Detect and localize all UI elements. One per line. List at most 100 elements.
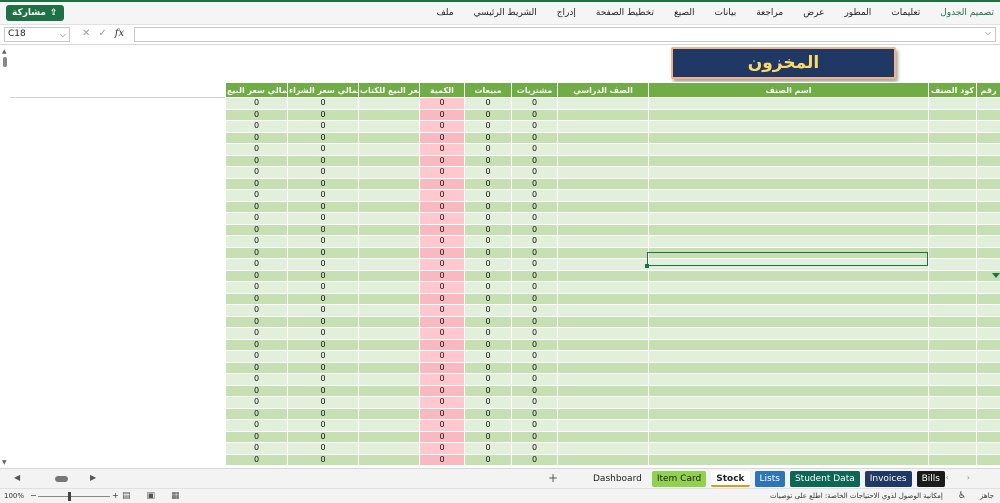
table-cell[interactable]	[557, 269, 649, 282]
table-cell[interactable]	[928, 223, 977, 236]
table-cell[interactable]: 0	[419, 338, 465, 351]
table-cell[interactable]	[648, 384, 929, 397]
table-cell[interactable]	[648, 200, 929, 213]
table-cell[interactable]	[557, 315, 649, 328]
table-cell[interactable]: 0	[419, 200, 465, 213]
table-cell[interactable]	[557, 442, 649, 455]
table-cell[interactable]: 0	[225, 131, 288, 144]
table-cell[interactable]: 0	[511, 407, 558, 420]
table-cell[interactable]: 0	[287, 120, 359, 133]
table-cell[interactable]: 0	[225, 177, 288, 190]
table-cell[interactable]	[976, 407, 1000, 420]
table-cell[interactable]: 0	[419, 315, 465, 328]
table-cell[interactable]: 0	[511, 396, 558, 409]
table-cell[interactable]: 0	[419, 131, 465, 144]
table-cell[interactable]	[358, 143, 420, 156]
table-cell[interactable]	[557, 338, 649, 351]
table-cell[interactable]	[358, 292, 420, 305]
table-cell[interactable]	[976, 430, 1000, 443]
table-cell[interactable]	[928, 246, 977, 259]
sheet-title[interactable]: المخزون	[671, 47, 896, 79]
table-cell[interactable]	[358, 281, 420, 294]
prev-sheet-icon[interactable]: ‹	[946, 473, 949, 482]
table-cell[interactable]: 0	[225, 304, 288, 317]
table-cell[interactable]	[648, 292, 929, 305]
table-cell[interactable]	[928, 166, 977, 179]
table-cell[interactable]: 0	[225, 315, 288, 328]
table-cell[interactable]	[557, 373, 649, 386]
table-cell[interactable]: 0	[464, 396, 512, 409]
table-cell[interactable]: 0	[287, 430, 359, 443]
table-cell[interactable]: 0	[464, 315, 512, 328]
page-break-view-icon[interactable]: ▤	[122, 491, 131, 501]
sheet-tab[interactable]: Invoices	[864, 471, 912, 487]
scroll-thumb[interactable]	[3, 57, 7, 67]
table-cell[interactable]	[976, 212, 1000, 225]
table-cell[interactable]: 0	[225, 453, 288, 466]
table-cell[interactable]	[648, 442, 929, 455]
table-cell[interactable]	[976, 166, 1000, 179]
table-cell[interactable]: 0	[464, 200, 512, 213]
table-cell[interactable]	[648, 419, 929, 432]
table-cell[interactable]: 0	[419, 189, 465, 202]
table-cell[interactable]	[648, 258, 929, 271]
table-cell[interactable]	[358, 338, 420, 351]
table-cell[interactable]: 0	[225, 143, 288, 156]
table-cell[interactable]: 0	[511, 327, 558, 340]
table-cell[interactable]	[648, 269, 929, 282]
table-cell[interactable]	[648, 361, 929, 374]
table-cell[interactable]	[976, 350, 1000, 363]
table-cell[interactable]: 0	[464, 177, 512, 190]
table-cell[interactable]: 0	[287, 131, 359, 144]
table-cell[interactable]	[557, 108, 649, 121]
table-cell[interactable]	[557, 361, 649, 374]
table-cell[interactable]	[557, 223, 649, 236]
table-cell[interactable]	[358, 361, 420, 374]
table-cell[interactable]: 0	[287, 97, 359, 110]
accessibility-status[interactable]: إمكانية الوصول لذوي الاحتياجات الخاصة: ا…	[770, 492, 943, 500]
table-cell[interactable]	[358, 315, 420, 328]
table-cell[interactable]	[976, 384, 1000, 397]
column-header[interactable]: اجمالي سعر الشراء	[287, 82, 359, 98]
table-cell[interactable]	[358, 430, 420, 443]
table-cell[interactable]: 0	[511, 350, 558, 363]
table-cell[interactable]	[976, 120, 1000, 133]
table-cell[interactable]	[358, 384, 420, 397]
table-cell[interactable]: 0	[225, 269, 288, 282]
table-cell[interactable]: 0	[419, 223, 465, 236]
table-cell[interactable]: 0	[287, 235, 359, 248]
table-cell[interactable]	[928, 177, 977, 190]
table-cell[interactable]: 0	[287, 143, 359, 156]
table-cell[interactable]	[976, 327, 1000, 340]
ribbon-tab[interactable]: مراجعة	[756, 8, 783, 18]
table-cell[interactable]: 0	[511, 304, 558, 317]
table-cell[interactable]	[557, 246, 649, 259]
table-cell[interactable]	[648, 131, 929, 144]
table-cell[interactable]	[976, 281, 1000, 294]
table-cell[interactable]	[976, 154, 1000, 167]
table-cell[interactable]: 0	[511, 419, 558, 432]
table-cell[interactable]: 0	[225, 189, 288, 202]
next-sheet-icon[interactable]: ›	[967, 473, 970, 482]
table-cell[interactable]: 0	[511, 120, 558, 133]
column-header[interactable]: مشتريات	[511, 82, 558, 98]
table-cell[interactable]	[976, 131, 1000, 144]
table-cell[interactable]	[557, 235, 649, 248]
table-cell[interactable]: 0	[225, 361, 288, 374]
table-cell[interactable]: 0	[225, 223, 288, 236]
table-cell[interactable]	[648, 177, 929, 190]
table-cell[interactable]: 0	[464, 442, 512, 455]
column-header[interactable]: كود الصنف	[928, 82, 977, 98]
table-cell[interactable]: 0	[511, 177, 558, 190]
table-cell[interactable]: 0	[511, 166, 558, 179]
table-cell[interactable]: 0	[464, 373, 512, 386]
table-cell[interactable]	[358, 177, 420, 190]
table-cell[interactable]: 0	[287, 223, 359, 236]
table-cell[interactable]: 0	[511, 200, 558, 213]
table-cell[interactable]	[648, 304, 929, 317]
table-cell[interactable]: 0	[419, 212, 465, 225]
table-cell[interactable]: 0	[464, 212, 512, 225]
name-box[interactable]: C18 ⌵	[4, 27, 70, 42]
table-cell[interactable]: 0	[225, 281, 288, 294]
table-cell[interactable]: 0	[287, 396, 359, 409]
